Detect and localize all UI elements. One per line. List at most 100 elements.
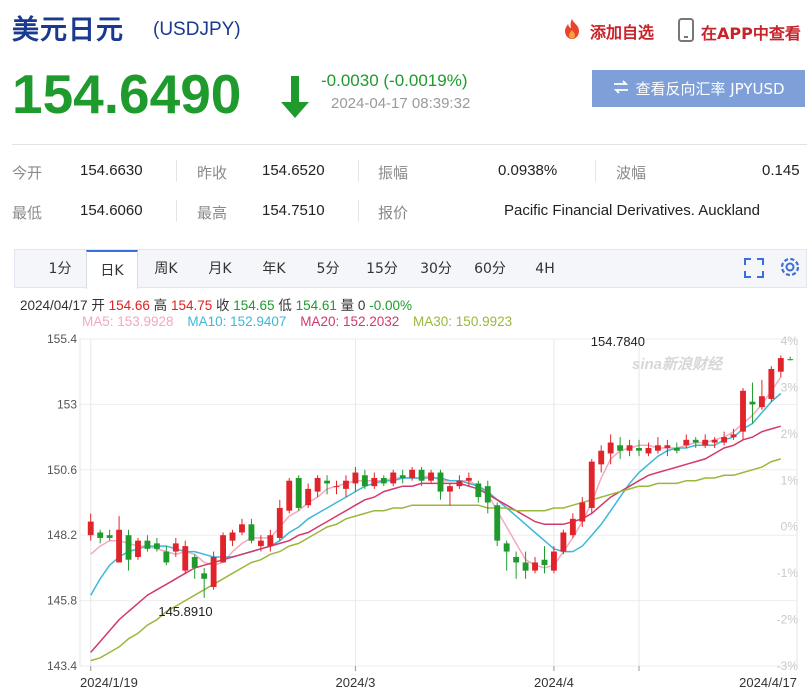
- candle: [579, 502, 586, 522]
- candle: [598, 450, 605, 465]
- pct-tick-label: -2%: [777, 613, 799, 627]
- candle: [721, 437, 728, 443]
- fullscreen-icon[interactable]: [743, 257, 765, 283]
- max-price-label: 154.7840: [591, 334, 645, 349]
- candle: [239, 524, 245, 533]
- pct-tick-label: 0%: [781, 520, 799, 534]
- pct-tick-label: -1%: [777, 566, 799, 580]
- watermark: sina新浪财经: [632, 355, 724, 373]
- candle: [428, 472, 434, 481]
- pct-tick-label: 1%: [781, 473, 799, 487]
- tab-yearly-k[interactable]: 年K: [251, 250, 297, 288]
- candle: [787, 359, 794, 361]
- ma20-value: MA20: 152.2032: [300, 314, 400, 329]
- candle: [758, 396, 765, 408]
- candle: [229, 532, 236, 541]
- candle: [437, 472, 444, 492]
- x-tick-label: 2024/1/19: [80, 675, 138, 690]
- amplitude-label: 振幅: [378, 165, 409, 182]
- tab-monthly-k[interactable]: 月K: [197, 250, 243, 288]
- y-tick-label: 155.4: [47, 332, 77, 346]
- quote-timestamp: 2024-04-17 08:39:32: [331, 95, 471, 112]
- candle: [465, 477, 472, 481]
- candle: [153, 543, 160, 549]
- ma5-value: MA5: 153.9928: [82, 314, 174, 329]
- candle: [248, 524, 255, 541]
- candle: [163, 551, 170, 563]
- candle: [692, 439, 699, 443]
- candle: [683, 439, 690, 446]
- candle: [97, 532, 104, 538]
- tab-5min[interactable]: 5分: [305, 250, 351, 288]
- add-favorite-label: 添加自选: [590, 23, 655, 42]
- candle: [418, 469, 425, 481]
- settings-icon[interactable]: [778, 255, 802, 283]
- add-favorite-button[interactable]: 添加自选: [560, 18, 654, 44]
- candle: [276, 507, 283, 538]
- pct-tick-label: 3%: [781, 380, 799, 394]
- tab-30min[interactable]: 30分: [413, 250, 459, 288]
- candle: [144, 540, 151, 549]
- pct-tick-label: 4%: [781, 334, 799, 348]
- candle: [494, 505, 501, 541]
- divider: [176, 160, 177, 182]
- info-close: 154.65: [233, 298, 275, 313]
- pct-tick-label: -3%: [777, 659, 799, 673]
- candle: [673, 448, 680, 451]
- info-high-label: 高: [153, 298, 168, 313]
- candle: [664, 445, 671, 448]
- open-label: 今开: [12, 165, 43, 182]
- candle: [740, 390, 746, 432]
- candle: [503, 543, 510, 552]
- candle: [447, 486, 453, 492]
- flame-icon: [560, 18, 590, 44]
- currency-pair-title: 美元日元: [12, 15, 124, 46]
- wave-label: 波幅: [616, 165, 647, 182]
- tab-60min[interactable]: 60分: [467, 250, 513, 288]
- candle: [513, 557, 520, 563]
- price-change: -0.0030 (-0.0019%): [321, 71, 468, 90]
- currency-code: (USDJPY): [153, 19, 241, 40]
- kline-chart[interactable]: 155.4 153 150.6 148.2 145.8 143.4 4% 3% 2% 1% 0% -1…: [0, 330, 811, 692]
- candle: [569, 518, 576, 536]
- candle: [361, 475, 368, 487]
- candle: [305, 488, 312, 506]
- candle: [551, 551, 557, 571]
- candle: [768, 368, 775, 399]
- prev-close-label: 昨收: [197, 165, 228, 182]
- tab-4h[interactable]: 4H: [522, 250, 568, 288]
- candle: [560, 532, 567, 552]
- reverse-rate-label: 查看反向汇率 JPYUSD: [635, 80, 785, 98]
- candle: [390, 472, 397, 484]
- candle: [314, 477, 321, 492]
- candle: [645, 448, 652, 454]
- phone-icon: [677, 18, 701, 46]
- divider: [595, 160, 596, 182]
- reverse-rate-button[interactable]: 查看反向汇率 JPYUSD: [592, 70, 805, 107]
- candle: [116, 529, 123, 563]
- tab-1min[interactable]: 1分: [37, 250, 83, 288]
- period-tab-bar: 1分 日K 周K 月K 年K 5分 15分 30分 60分 4H: [14, 249, 807, 289]
- quote-source-value: Pacific Financial Derivatives. Auckland: [504, 202, 760, 219]
- info-vol: 0: [357, 298, 366, 313]
- candle: [172, 543, 179, 552]
- candle: [87, 521, 94, 536]
- candle: [475, 483, 482, 498]
- low-value: 154.6060: [80, 202, 143, 219]
- info-open: 154.66: [108, 298, 150, 313]
- candle: [371, 477, 378, 487]
- tab-daily-k[interactable]: 日K: [86, 250, 138, 289]
- candle: [541, 559, 548, 566]
- candle: [267, 535, 274, 547]
- tab-15min[interactable]: 15分: [359, 250, 405, 288]
- info-vol-label: 量: [340, 298, 355, 313]
- candle: [125, 535, 132, 560]
- y-tick-label: 148.2: [47, 528, 77, 542]
- candle: [588, 461, 595, 508]
- info-low-label: 低: [278, 298, 292, 313]
- tab-weekly-k[interactable]: 周K: [143, 250, 189, 288]
- view-in-app-button[interactable]: 在APP中查看: [677, 18, 801, 46]
- candle: [749, 401, 756, 405]
- x-tick-label: 2024/3: [336, 675, 376, 690]
- high-label: 最高: [197, 205, 228, 222]
